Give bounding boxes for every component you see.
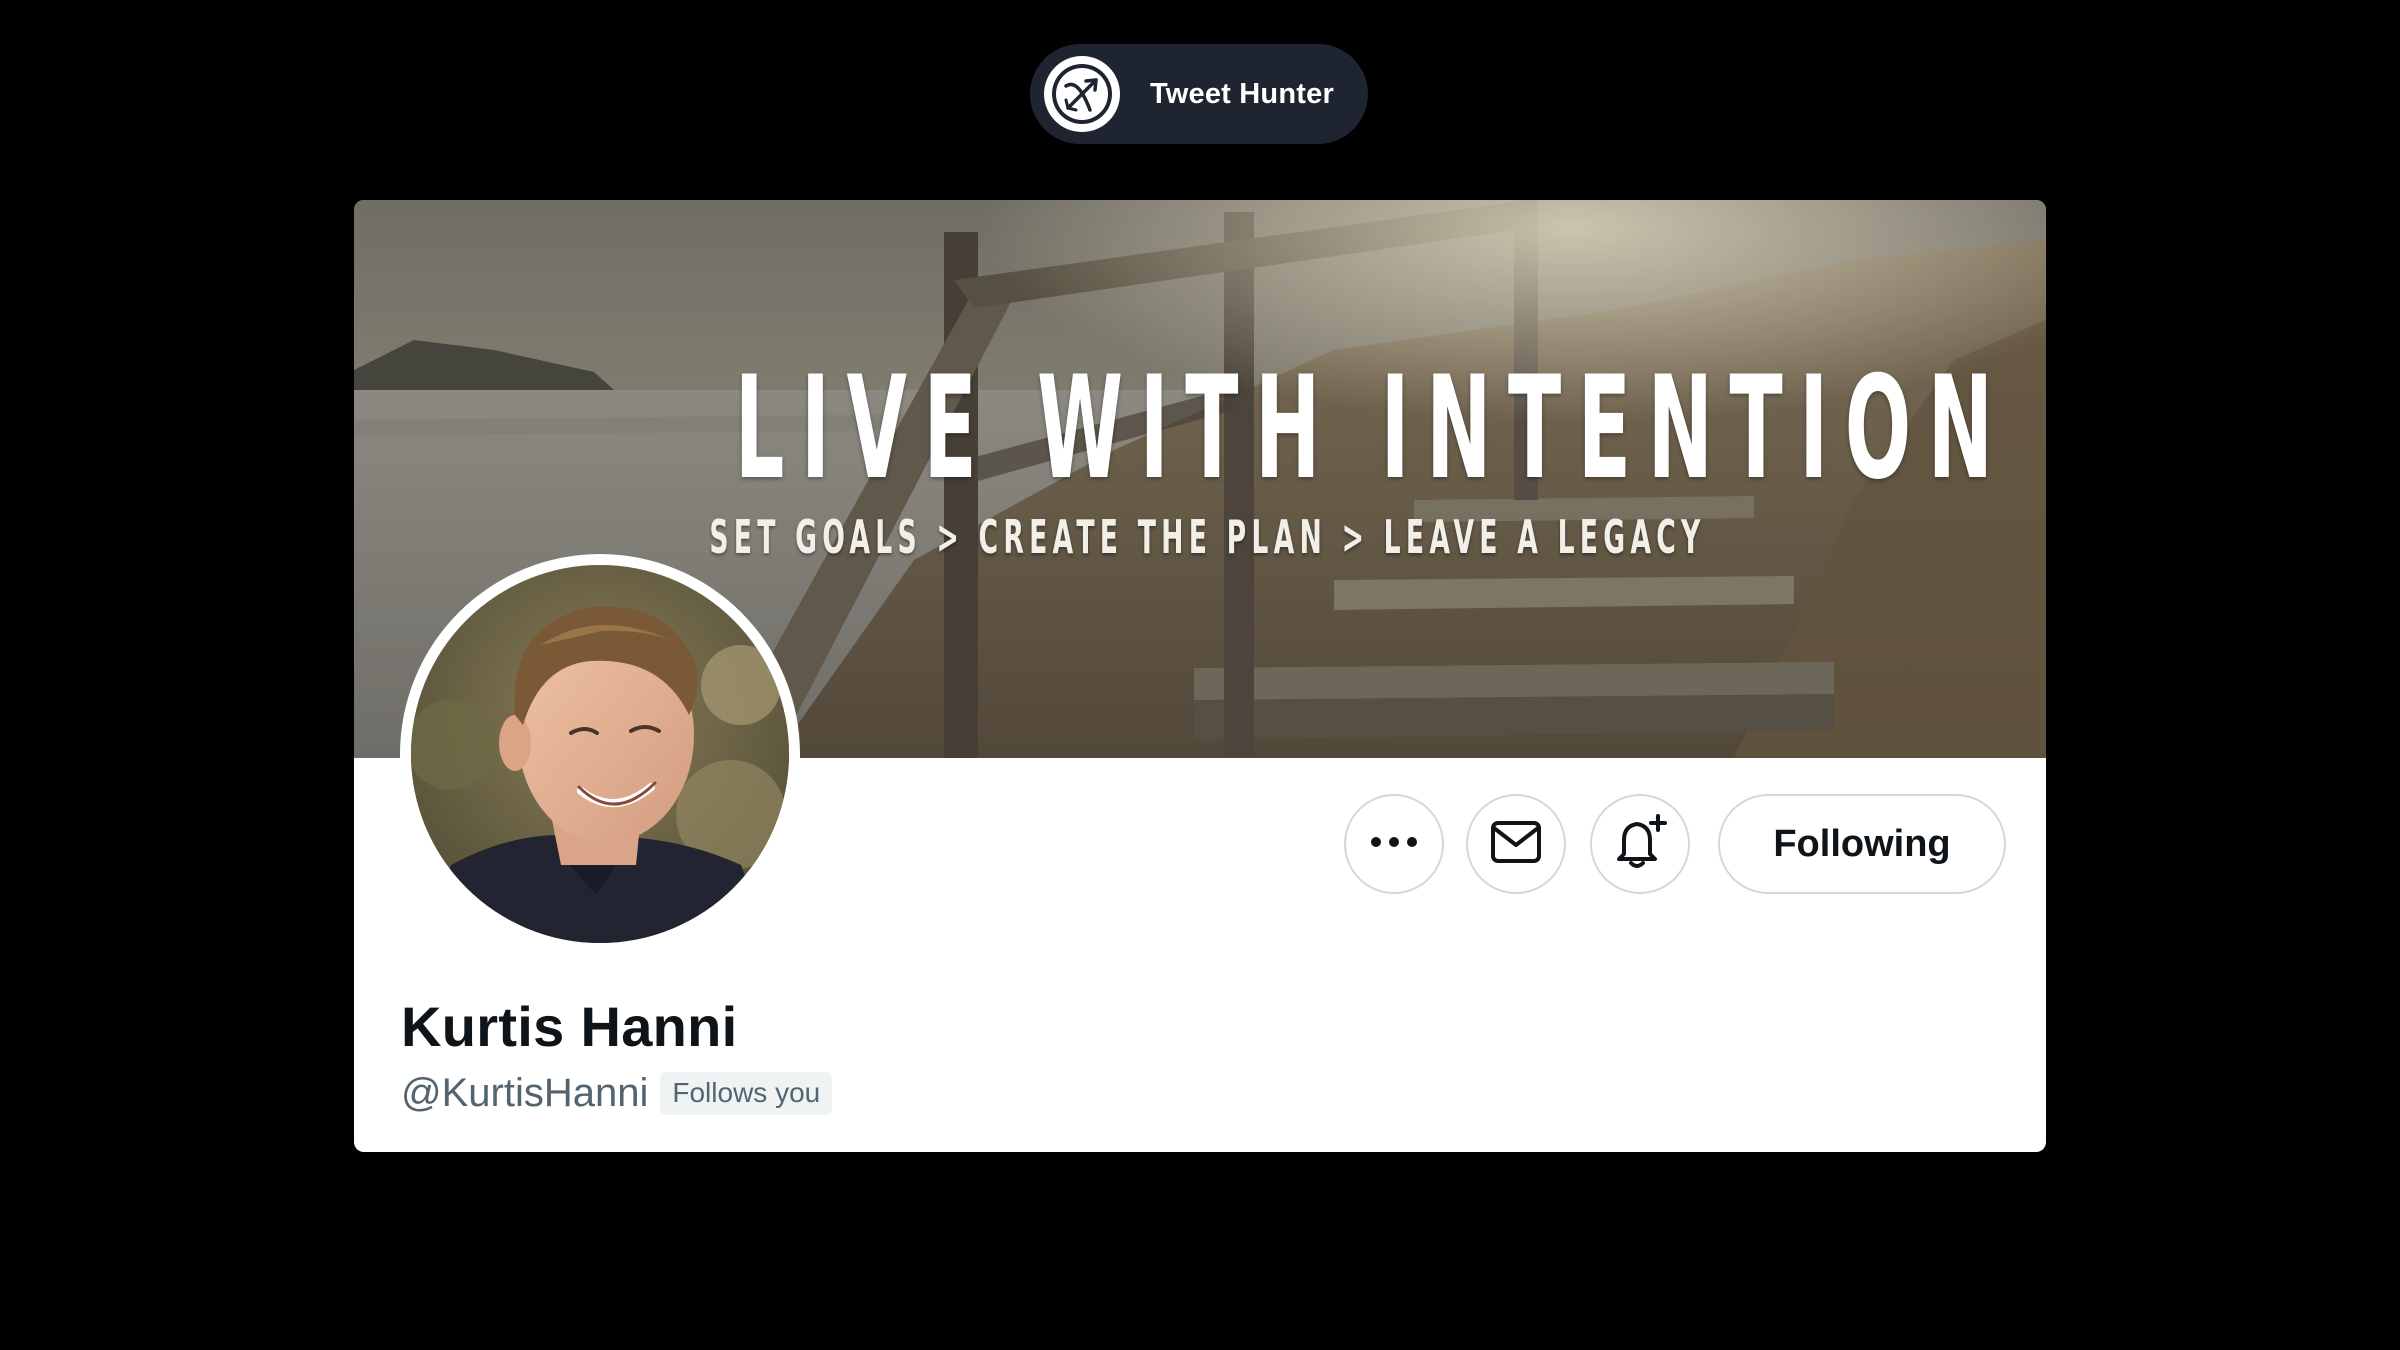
envelope-icon (1490, 820, 1542, 869)
follows-you-badge: Follows you (660, 1072, 833, 1115)
notifications-button[interactable] (1590, 794, 1690, 894)
following-button[interactable]: Following (1718, 794, 2006, 894)
profile-display-name: Kurtis Hanni (401, 995, 738, 1058)
avatar-photo (411, 565, 789, 943)
screen: Tweet Hunter LIVE WITH INTENTION SET GOA… (0, 0, 2400, 1350)
bow-and-arrow-icon (1044, 56, 1120, 132)
message-button[interactable] (1466, 794, 1566, 894)
bell-plus-icon (1610, 812, 1670, 877)
more-horizontal-icon (1370, 835, 1418, 853)
banner-title: LIVE WITH INTENTION (734, 346, 2010, 511)
banner-subtitle: SET GOALS > CREATE THE PLAN > LEAVE A LE… (709, 510, 1706, 564)
handle-row: @KurtisHanni Follows you (401, 1071, 833, 1116)
avatar[interactable] (400, 554, 800, 954)
profile-handle: @KurtisHanni (401, 1071, 649, 1116)
more-options-button[interactable] (1344, 794, 1444, 894)
brand-pill[interactable]: Tweet Hunter (1030, 44, 1368, 144)
brand-name: Tweet Hunter (1150, 77, 1334, 110)
profile-card: LIVE WITH INTENTION SET GOALS > CREATE T… (354, 200, 2046, 1152)
